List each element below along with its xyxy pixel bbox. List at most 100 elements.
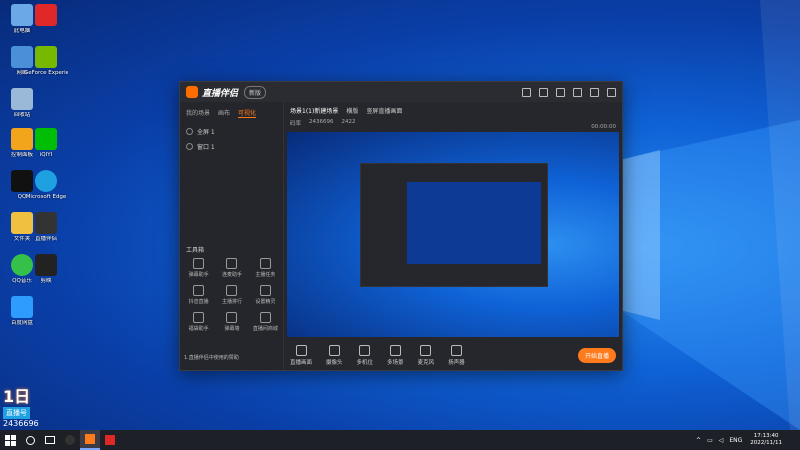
task-view-icon: [45, 436, 55, 444]
scene-item-window[interactable]: 窗口 1: [180, 139, 283, 154]
preview-nested-window: [360, 163, 548, 287]
stream-stats: 码率 2436696 2422: [290, 119, 356, 127]
app-title: 直播伴侣: [202, 88, 239, 99]
speaker-icon: [450, 345, 462, 356]
app-icon: [105, 435, 115, 445]
record-icon[interactable]: [556, 87, 565, 97]
timer: 00:00:00: [591, 124, 616, 130]
desktop-icon-red[interactable]: [24, 4, 68, 28]
tool-item[interactable]: 弹幕助手: [182, 258, 215, 278]
center-panel: 场景1(1)新建场景 横版 竖屏直播画面 码率 2436696 2422 00:…: [284, 102, 622, 370]
left-panel: 我的场景 画布 可视化 全屏 1 窗口 1 工具箱 弹幕助手 连麦助手 主播任务…: [180, 102, 284, 370]
network-icon[interactable]: ▭: [707, 437, 713, 444]
scene-tabs: 场景1(1)新建场景 横版 竖屏直播画面: [284, 102, 622, 119]
overlay-number: 2436696: [3, 419, 39, 428]
live-companion-window: 直播伴侣 新版 我的场景 画布 可视化 全屏 1 窗口 1 工具箱 弹幕助手 连…: [179, 81, 623, 371]
bottom-tool-multiscene[interactable]: 多场景: [387, 345, 404, 366]
taskbar: ^ ▭ ◁ ENG 17:13:40 2022/11/11: [0, 430, 800, 450]
task-view-button[interactable]: [40, 430, 60, 450]
tool-item[interactable]: 抖音直播: [182, 285, 215, 305]
version-badge[interactable]: 新版: [244, 85, 267, 99]
tab-my-scenes[interactable]: 我的场景: [186, 108, 210, 118]
tool-icon: [259, 285, 271, 296]
settings-icon[interactable]: [522, 87, 531, 97]
tool-item[interactable]: 设置精灵: [249, 285, 282, 305]
tool-icon: [193, 285, 205, 296]
tool-icon: [193, 258, 205, 269]
taskbar-app-live-companion[interactable]: [80, 430, 100, 450]
windows-icon: [4, 434, 16, 446]
left-tabs: 我的场景 画布 可视化: [180, 102, 283, 124]
bottom-tool-mic[interactable]: 麦克风: [418, 345, 434, 366]
scene-tab-vertical[interactable]: 竖屏直播画面: [366, 106, 402, 115]
bottom-tool-screen[interactable]: 直播画面: [290, 345, 312, 366]
close-icon[interactable]: [607, 87, 616, 97]
scene-item-fullscreen[interactable]: 全屏 1: [180, 124, 283, 139]
stream-overlay: 1日 直播号 2436696: [3, 383, 55, 433]
eye-icon[interactable]: [186, 143, 193, 150]
start-live-button[interactable]: 开始直播: [577, 348, 616, 363]
tool-icon: [226, 258, 238, 269]
volume-icon[interactable]: ◁: [719, 437, 724, 444]
clock-date: 2022/11/11: [750, 440, 782, 446]
iqiyi-icon: [35, 128, 57, 150]
tool-icon: [226, 312, 238, 323]
start-button[interactable]: [0, 430, 20, 450]
bottom-tool-multicam[interactable]: 多机位: [357, 345, 373, 366]
bottom-tool-speaker[interactable]: 扬声器: [448, 345, 465, 366]
camera-icon: [328, 345, 340, 356]
app-icon: [35, 4, 57, 26]
search-icon: [25, 435, 35, 445]
clock-time: 17:13:40: [753, 433, 779, 439]
microphone-icon: [420, 345, 432, 356]
recycle-bin-icon: [11, 88, 33, 110]
tool-item[interactable]: 主播排行: [215, 285, 248, 305]
desktop-icon-live-companion[interactable]: 直播伴侣: [24, 212, 68, 242]
chevron-up-icon[interactable]: ^: [696, 437, 701, 444]
tool-item[interactable]: 连麦助手: [215, 258, 248, 278]
language-indicator[interactable]: ENG: [729, 437, 742, 444]
edge-icon: [35, 170, 57, 192]
tab-visual[interactable]: 可视化: [238, 108, 257, 118]
taskbar-app-red[interactable]: [100, 430, 120, 450]
live-companion-icon: [85, 434, 95, 444]
window-icon[interactable]: [539, 87, 548, 97]
live-companion-icon: [35, 212, 57, 234]
desktop-icon-iqiyi[interactable]: iQIYI: [24, 128, 68, 158]
bottom-toolbar: 直播画面 摄像头 多机位 多场景 麦克风 扬声器 开始直播: [284, 341, 622, 370]
desktop-icon-jianying[interactable]: 剪映: [24, 254, 68, 284]
desktop-icon-edge[interactable]: Microsoft Edge: [24, 170, 68, 200]
clock[interactable]: 17:13:40 2022/11/11: [750, 433, 800, 447]
scene-tab-horizontal[interactable]: 横版: [346, 106, 358, 115]
taskbar-app-obs[interactable]: [60, 430, 80, 450]
desktop-icon-baidu-netdisk[interactable]: 百度网盘: [0, 296, 44, 326]
desktop-icon-recycle-bin[interactable]: 回收站: [0, 88, 44, 118]
title-bar-controls: [522, 87, 616, 97]
tool-item[interactable]: 弹幕墙: [215, 312, 248, 332]
eye-icon[interactable]: [186, 128, 193, 135]
search-button[interactable]: [20, 430, 40, 450]
tool-item[interactable]: 直播间商城: [249, 312, 282, 332]
desktop-icon-geforce[interactable]: GeForce Experience: [24, 46, 68, 76]
preview-canvas[interactable]: [287, 132, 619, 337]
tab-canvas[interactable]: 画布: [218, 108, 230, 118]
cloud-icon: [11, 296, 33, 318]
preview-nested-canvas: [407, 182, 541, 264]
tool-icon: [259, 312, 271, 323]
tool-item[interactable]: 主播任务: [249, 258, 282, 278]
minimize-icon[interactable]: [573, 87, 582, 97]
jianying-icon: [35, 254, 57, 276]
tool-item[interactable]: 福袋助手: [182, 312, 215, 332]
geforce-icon: [35, 46, 57, 68]
tool-icon: [193, 312, 205, 323]
screen-icon: [295, 345, 307, 356]
toolbox-title: 工具箱: [186, 247, 205, 254]
title-bar: 直播伴侣 新版: [180, 82, 622, 102]
app-logo-icon: [186, 86, 198, 98]
app-icon: [65, 435, 75, 445]
promo-text[interactable]: 1.直播伴侣中使用的赞助: [184, 354, 239, 361]
maximize-icon[interactable]: [590, 87, 599, 97]
bottom-tool-camera[interactable]: 摄像头: [326, 345, 343, 366]
overlay-subtitle: 直播号: [3, 407, 30, 419]
scene-tab-active[interactable]: 场景1(1)新建场景: [290, 106, 338, 115]
